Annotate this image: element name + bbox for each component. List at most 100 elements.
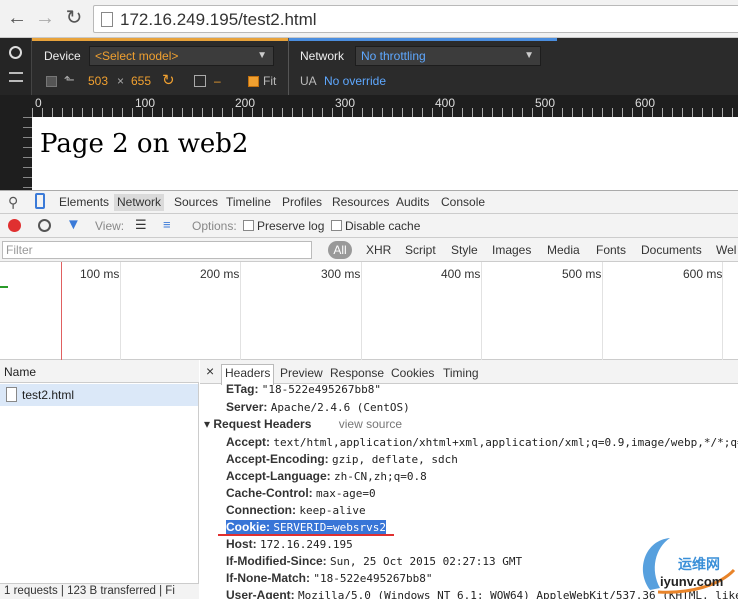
ua-value[interactable]: No override: [324, 74, 386, 88]
device-select[interactable]: <Select model> ▼: [89, 46, 274, 66]
header-key: Cache-Control:: [226, 486, 313, 500]
tab-audits[interactable]: Audits: [396, 195, 429, 209]
tab-network[interactable]: Network: [114, 194, 165, 211]
tab-preview[interactable]: Preview: [280, 366, 323, 380]
height-value[interactable]: 655: [131, 74, 151, 88]
tab-timing[interactable]: Timing: [443, 366, 479, 380]
request-headers-section[interactable]: ▾ Request Headers view source: [204, 417, 402, 431]
timeline-label: 500 ms: [562, 267, 602, 281]
width-value[interactable]: 503: [88, 74, 108, 88]
header-line-server: Server: Apache/2.4.6 (CentOS): [226, 400, 410, 414]
block-icon[interactable]: [9, 46, 22, 59]
annotation-underline: [218, 534, 394, 536]
ruler-label: 300: [335, 96, 356, 110]
header-key: ETag:: [226, 382, 259, 396]
header-value: zh-CN,zh;q=0.8: [334, 470, 427, 483]
preserve-log-checkbox[interactable]: [243, 220, 254, 231]
device-label: Device: [44, 49, 81, 63]
ruler-label: 400: [435, 96, 456, 110]
network-tab-indicator: [289, 38, 557, 41]
zoom-icon[interactable]: [194, 75, 206, 87]
load-event-marker: [61, 262, 62, 360]
tab-response[interactable]: Response: [330, 366, 384, 380]
url-text: 172.16.249.195/test2.html: [120, 10, 317, 29]
tab-sources[interactable]: Sources: [174, 195, 218, 209]
filter-images[interactable]: Images: [492, 243, 531, 257]
network-timeline-overview[interactable]: 100 ms 200 ms 300 ms 400 ms 500 ms 600 m…: [0, 262, 738, 360]
rotate-dimension-icon: ⬑: [64, 72, 75, 87]
header-line-if-none-match: If-None-Match: "18-522e495267bb8": [226, 571, 433, 585]
page-heading: Page 2 on web2: [40, 129, 249, 159]
inspect-search-icon[interactable]: ⚲: [8, 194, 18, 211]
network-toolbar: ▼ View: ☰ ≡ Options: Preserve log Disabl…: [0, 214, 738, 238]
clear-icon[interactable]: [38, 219, 51, 232]
ua-label: UA: [300, 74, 317, 88]
header-key: Accept:: [226, 435, 271, 449]
filter-script[interactable]: Script: [405, 243, 436, 257]
filter-icon[interactable]: ▼: [66, 216, 81, 233]
disable-cache-checkbox[interactable]: [331, 220, 342, 231]
tab-profiles[interactable]: Profiles: [282, 195, 322, 209]
filter-style[interactable]: Style: [451, 243, 478, 257]
filter-documents[interactable]: Documents: [641, 243, 702, 257]
close-icon[interactable]: ×: [206, 363, 214, 379]
request-headers-title: ▾ Request Headers: [204, 417, 312, 431]
devtools-tab-bar: ⚲ Elements Network Sources Timeline Prof…: [0, 190, 738, 214]
view-source-link[interactable]: view source: [339, 417, 402, 431]
record-icon[interactable]: [8, 219, 21, 232]
ruler-label: 100: [135, 96, 156, 110]
tab-console[interactable]: Console: [441, 195, 485, 209]
tab-elements[interactable]: Elements: [59, 195, 109, 209]
forward-button[interactable]: →: [34, 7, 56, 29]
request-list-panel: Name test2.html: [0, 360, 199, 599]
fit-checkbox[interactable]: [248, 76, 259, 87]
header-value: gzip, deflate, sdch: [332, 453, 458, 466]
disable-cache-label: Disable cache: [345, 219, 421, 233]
filter-all-button[interactable]: All: [328, 241, 352, 259]
swap-dimensions-icon[interactable]: ↻: [162, 71, 175, 89]
header-value: SERVERID=websrvs2: [273, 521, 386, 534]
emulation-icon[interactable]: [9, 72, 23, 82]
tab-cookies[interactable]: Cookies: [391, 366, 434, 380]
zoom-value: –: [214, 74, 221, 88]
request-row[interactable]: test2.html: [0, 384, 198, 406]
filter-websockets[interactable]: Wel: [716, 243, 736, 257]
tab-timeline[interactable]: Timeline: [226, 195, 271, 209]
watermark-text-cn: 运维网: [678, 556, 720, 572]
header-line-host: Host: 172.16.249.195: [226, 537, 353, 551]
timeline-gridline: [240, 262, 241, 360]
filter-xhr[interactable]: XHR: [366, 243, 391, 257]
header-key: User-Agent:: [226, 588, 295, 599]
device-toolbar-left: [0, 38, 32, 95]
device-toolbar: Device <Select model> ▼ ⬑ 503 × 655 ↻ – …: [0, 38, 738, 95]
overview-icon[interactable]: ≡: [163, 217, 171, 232]
header-value: keep-alive: [299, 504, 366, 517]
filter-fonts[interactable]: Fonts: [596, 243, 626, 257]
header-line-connection: Connection: keep-alive: [226, 503, 366, 517]
header-line-accept-language: Accept-Language: zh-CN,zh;q=0.8: [226, 469, 427, 483]
list-view-icon[interactable]: ☰: [135, 217, 147, 233]
device-checkbox[interactable]: [46, 76, 57, 87]
tab-resources[interactable]: Resources: [332, 195, 389, 209]
timeline-request-bar: [0, 286, 8, 288]
ruler-label: 0: [35, 96, 42, 110]
header-line-accept-encoding: Accept-Encoding: gzip, deflate, sdch: [226, 452, 458, 466]
timeline-gridline: [481, 262, 482, 360]
timeline-label: 300 ms: [321, 267, 361, 281]
reload-icon[interactable]: ↻: [63, 7, 85, 29]
network-throttle-select[interactable]: No throttling ▼: [355, 46, 541, 66]
header-value: 172.16.249.195: [260, 538, 353, 551]
toolbar-divider: [288, 38, 289, 95]
chevron-down-icon: ▼: [524, 50, 534, 61]
timeline-gridline: [361, 262, 362, 360]
device-mode-icon[interactable]: [35, 193, 45, 209]
back-button[interactable]: ←: [6, 7, 28, 29]
name-column-header[interactable]: Name: [0, 360, 199, 383]
filter-input[interactable]: Filter: [2, 241, 312, 259]
timeline-gridline: [602, 262, 603, 360]
device-select-value: <Select model>: [95, 49, 179, 63]
filter-media[interactable]: Media: [547, 243, 580, 257]
header-key: Accept-Encoding:: [226, 452, 329, 466]
watermark-text-domain: iyunv.com: [660, 574, 724, 589]
url-field[interactable]: 172.16.249.195/test2.html: [93, 5, 738, 33]
